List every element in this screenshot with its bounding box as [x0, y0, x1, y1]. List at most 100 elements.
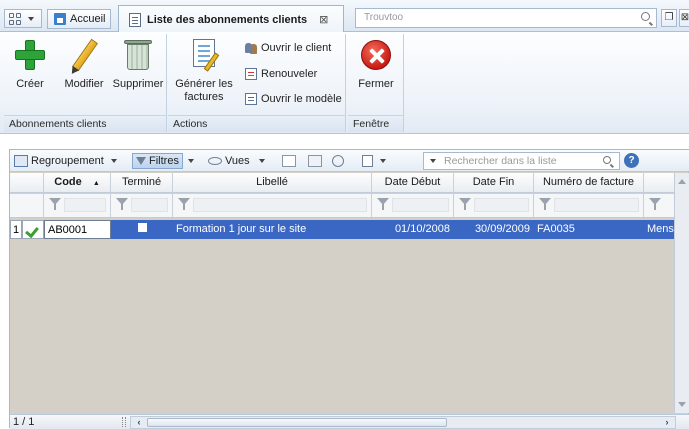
restore-window-button[interactable]: ❐ — [661, 9, 677, 27]
grid-icon — [9, 12, 21, 25]
open-client-button[interactable]: Ouvrir le client — [244, 41, 331, 55]
scroll-thumb[interactable] — [147, 418, 447, 427]
close-circle-icon — [359, 38, 393, 72]
ribbon-group-window: Fermer Fenêtre — [348, 34, 404, 132]
grouping-button[interactable]: Regroupement — [14, 153, 117, 169]
plus-icon — [13, 38, 47, 72]
cell-date-fin[interactable]: 30/09/2009 — [454, 220, 534, 239]
filter-icon[interactable] — [178, 198, 190, 212]
splitter-handle[interactable] — [122, 417, 126, 427]
column-header-extra[interactable] — [644, 173, 674, 192]
edit-button-label: Modifier — [64, 78, 104, 90]
column-label: Date Début — [384, 176, 441, 188]
export-button[interactable] — [308, 153, 322, 169]
select-all-cell[interactable] — [10, 173, 44, 192]
close-tab-icon[interactable]: ⊠ — [319, 13, 328, 26]
views-button[interactable]: Vues — [208, 153, 265, 169]
chevron-down-icon — [110, 159, 117, 163]
scroll-down-icon[interactable] — [678, 402, 686, 407]
renew-icon — [244, 67, 258, 81]
filter-cell-libelle[interactable] — [173, 194, 372, 217]
preview-button[interactable] — [282, 153, 296, 169]
renew-button[interactable]: Renouveler — [244, 67, 317, 81]
horizontal-scrollbar[interactable]: ‹ › — [130, 416, 676, 429]
tab-home[interactable]: Accueil — [47, 9, 111, 29]
row-number: 1 — [10, 220, 22, 239]
close-button[interactable]: Fermer — [354, 38, 398, 91]
column-header-date-debut[interactable]: Date Début — [372, 173, 454, 192]
filter-cell-date-fin[interactable] — [454, 194, 534, 217]
ribbon-group-label: Actions — [168, 115, 345, 132]
filter-cell-numero-facture[interactable] — [534, 194, 644, 217]
cell-termine[interactable] — [111, 220, 173, 239]
column-header-date-fin[interactable]: Date Fin — [454, 173, 534, 192]
scroll-right-icon[interactable]: › — [661, 418, 673, 427]
column-header-numero-facture[interactable]: Numéro de facture — [534, 173, 644, 192]
chevron-down-icon — [258, 159, 265, 163]
close-window-button[interactable]: ⊠ — [679, 9, 689, 27]
home-icon — [54, 13, 66, 25]
apps-menu-button[interactable] — [4, 9, 42, 28]
filters-label: Filtres — [149, 155, 179, 167]
column-header-code[interactable]: Code ▲ — [44, 173, 111, 192]
column-label: Numéro de facture — [542, 176, 635, 188]
open-template-button[interactable]: Ouvrir le modèle — [244, 92, 342, 106]
generate-invoices-button[interactable]: Générer les factures — [174, 38, 234, 104]
filter-cell-code[interactable] — [44, 194, 111, 217]
cell-numero-facture[interactable]: FA0035 — [534, 220, 644, 239]
search-icon[interactable] — [603, 156, 611, 164]
tab-bar: Accueil Liste des abonnements clients ⊠ … — [0, 0, 689, 33]
export-icon — [308, 155, 322, 167]
vertical-scrollbar[interactable] — [674, 173, 689, 413]
filter-icon[interactable] — [116, 198, 128, 212]
filter-cell — [10, 194, 44, 217]
filter-cell-termine[interactable] — [111, 194, 173, 217]
filter-icon[interactable] — [49, 198, 61, 212]
open-template-label: Ouvrir le modèle — [261, 93, 342, 105]
at-icon — [332, 155, 344, 167]
views-label: Vues — [225, 155, 250, 167]
create-button[interactable]: Créer — [10, 38, 50, 91]
filter-icon[interactable] — [377, 198, 389, 212]
delete-button[interactable]: Supprimer — [112, 38, 164, 91]
cell-code[interactable]: AB0001 — [44, 220, 111, 239]
chevron-down-icon — [28, 16, 34, 21]
filter-icon[interactable] — [459, 198, 471, 212]
filter-icon[interactable] — [539, 198, 551, 212]
ribbon-group-label: Fenêtre — [348, 115, 403, 132]
list-search-input[interactable]: Rechercher dans la liste — [423, 152, 620, 170]
filters-dropdown[interactable] — [188, 153, 194, 169]
help-icon[interactable]: ? — [624, 153, 639, 168]
open-client-label: Ouvrir le client — [261, 42, 332, 54]
termine-checkbox[interactable] — [137, 223, 147, 232]
clipboard-button[interactable] — [362, 153, 386, 169]
delete-button-label: Supprimer — [112, 78, 164, 90]
ribbon-group-subscriptions: Créer Modifier Supprimer Abonnements cli… — [4, 34, 167, 132]
scroll-up-icon[interactable] — [678, 179, 686, 184]
column-header-libelle[interactable]: Libellé — [173, 173, 372, 192]
pencil-icon — [67, 38, 101, 72]
global-search-input[interactable]: Trouvtoo — [355, 8, 657, 28]
table-row[interactable]: 1 AB0001 Formation 1 jour sur le site 01… — [10, 220, 676, 239]
list-search-placeholder: Rechercher dans la liste — [444, 155, 557, 167]
ribbon-group-label: Abonnements clients — [4, 115, 166, 132]
email-button[interactable] — [332, 153, 344, 169]
filter-cell-extra[interactable] — [644, 194, 674, 217]
filters-button[interactable]: Filtres — [132, 153, 183, 169]
cell-extra[interactable]: Mens — [644, 220, 676, 239]
column-header-termine[interactable]: Terminé — [111, 173, 173, 192]
search-icon[interactable] — [641, 12, 650, 21]
renew-label: Renouveler — [261, 68, 318, 80]
chevron-down-icon[interactable] — [430, 159, 436, 163]
tab-subscriptions-list[interactable]: Liste des abonnements clients ⊠ — [118, 5, 344, 33]
filter-icon[interactable] — [649, 198, 661, 212]
global-search-placeholder: Trouvtoo — [364, 12, 404, 23]
scroll-left-icon[interactable]: ‹ — [133, 418, 145, 427]
cell-libelle[interactable]: Formation 1 jour sur le site — [173, 220, 372, 239]
create-button-label: Créer — [16, 78, 44, 90]
edit-button[interactable]: Modifier — [62, 38, 106, 91]
grouping-label: Regroupement — [31, 155, 104, 167]
filter-cell-date-debut[interactable] — [372, 194, 454, 217]
sort-asc-icon: ▲ — [92, 180, 100, 187]
cell-date-debut[interactable]: 01/10/2008 — [372, 220, 454, 239]
